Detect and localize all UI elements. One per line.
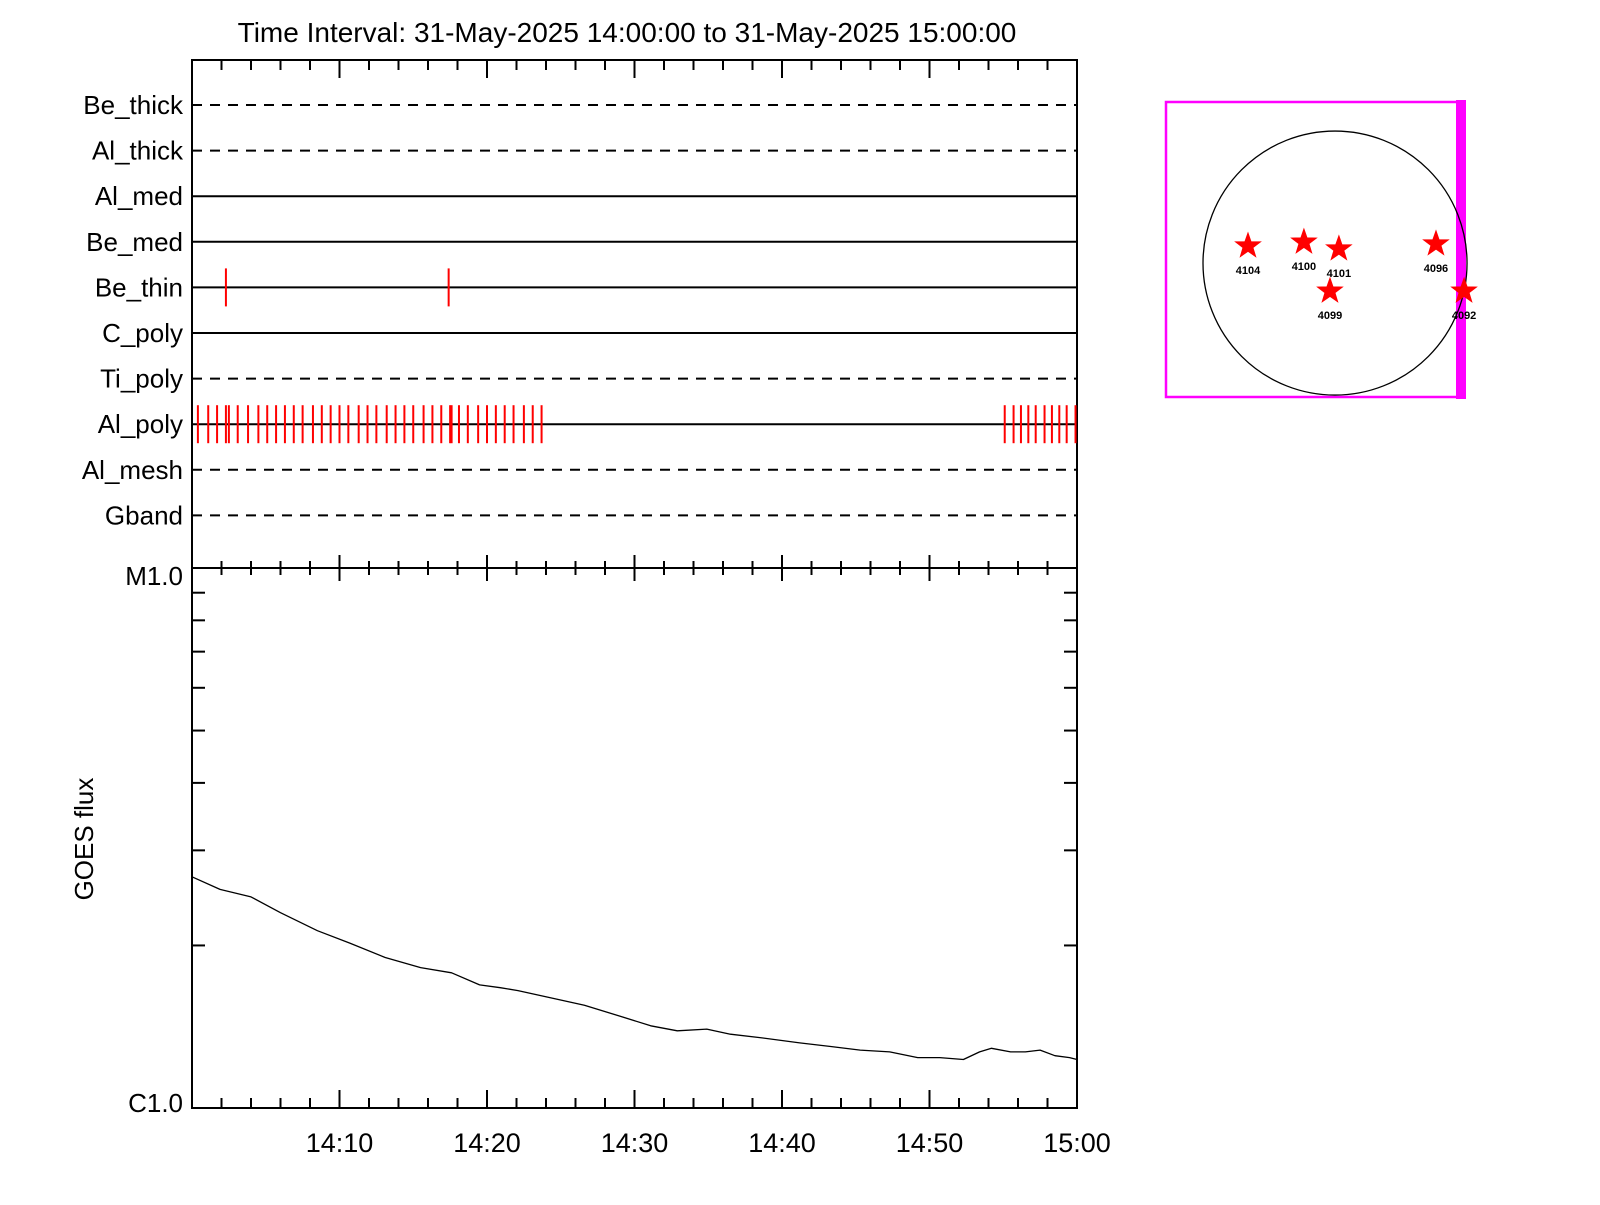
filter-row-label: Be_thick — [83, 90, 184, 120]
filter-row-label: Al_mesh — [82, 455, 183, 485]
active-region-label: 4099 — [1318, 310, 1342, 322]
filter-row-label: Al_poly — [98, 409, 183, 439]
active-region-label: 4092 — [1452, 310, 1476, 322]
active-region-label: 4104 — [1236, 265, 1261, 277]
filter-row-label: Al_med — [95, 181, 183, 211]
filter-timeline-panel: Be_thick Al_thick Al_med Be_med Be_thin C_pol… — [82, 59, 1078, 581]
goes-panel-frame — [191, 567, 1078, 1109]
xrt-goes-observation-figure: Time Interval: 31-May-2025 14:00:00 to 3… — [0, 0, 1600, 1200]
active-region-star-icon — [1325, 234, 1353, 261]
goes-y-axis-title: GOES flux — [69, 778, 99, 901]
figure-svg: Time Interval: 31-May-2025 14:00:00 to 3… — [69, 17, 1478, 1158]
x-tick-label: 14:30 — [601, 1128, 669, 1158]
filter-row-label: C_poly — [102, 318, 183, 348]
goes-x-tick-labels: 14:10 14:20 14:30 14:40 14:50 15:00 — [306, 1128, 1111, 1158]
plot-title: Time Interval: 31-May-2025 14:00:00 to 3… — [238, 17, 1017, 48]
goes-y-bottom-label: C1.0 — [128, 1088, 183, 1118]
goes-flux-curve-group — [191, 876, 1078, 1061]
active-region-star-icon — [1234, 231, 1262, 258]
active-region-star-icon — [1422, 229, 1450, 256]
filter-row-label: Be_med — [86, 227, 183, 257]
solar-map-frame-right-bar — [1456, 100, 1466, 399]
x-tick-label: 15:00 — [1043, 1128, 1111, 1158]
x-tick-label: 14:10 — [306, 1128, 374, 1158]
filter-row-label: Be_thin — [95, 272, 183, 302]
x-tick-label: 14:40 — [748, 1128, 816, 1158]
active-region-label: 4100 — [1292, 261, 1316, 273]
active-region-star-icon — [1316, 276, 1344, 303]
filter-row-label: Gband — [105, 500, 183, 530]
goes-y-top-label: M1.0 — [125, 561, 183, 591]
active-region-markers: 4104 41004101 40964099 4092 — [1234, 227, 1478, 322]
active-region-label: 4096 — [1424, 263, 1448, 275]
filter-rows: Be_thick Al_thick Al_med Be_med Be_thin C_pol… — [82, 90, 1077, 530]
goes-axis-ticks — [192, 591, 1078, 1108]
x-tick-label: 14:20 — [453, 1128, 521, 1158]
goes-flux-panel: M1.0 C1.0 GOES flux 14:10 14:20 14:30 14:40… — [69, 561, 1111, 1158]
filter-panel-frame — [191, 59, 1078, 569]
filter-axis-ticks — [220, 60, 1078, 581]
x-tick-label: 14:50 — [896, 1128, 964, 1158]
filter-row-label: Al_thick — [92, 136, 184, 166]
solar-map-frame — [1164, 100, 1464, 399]
filter-row-label: Ti_poly — [100, 364, 183, 394]
solar-map-panel: 4104 41004101 40964099 4092 — [1164, 100, 1478, 399]
goes-flux-curve — [191, 876, 1078, 1061]
active-region-star-icon — [1290, 227, 1318, 254]
